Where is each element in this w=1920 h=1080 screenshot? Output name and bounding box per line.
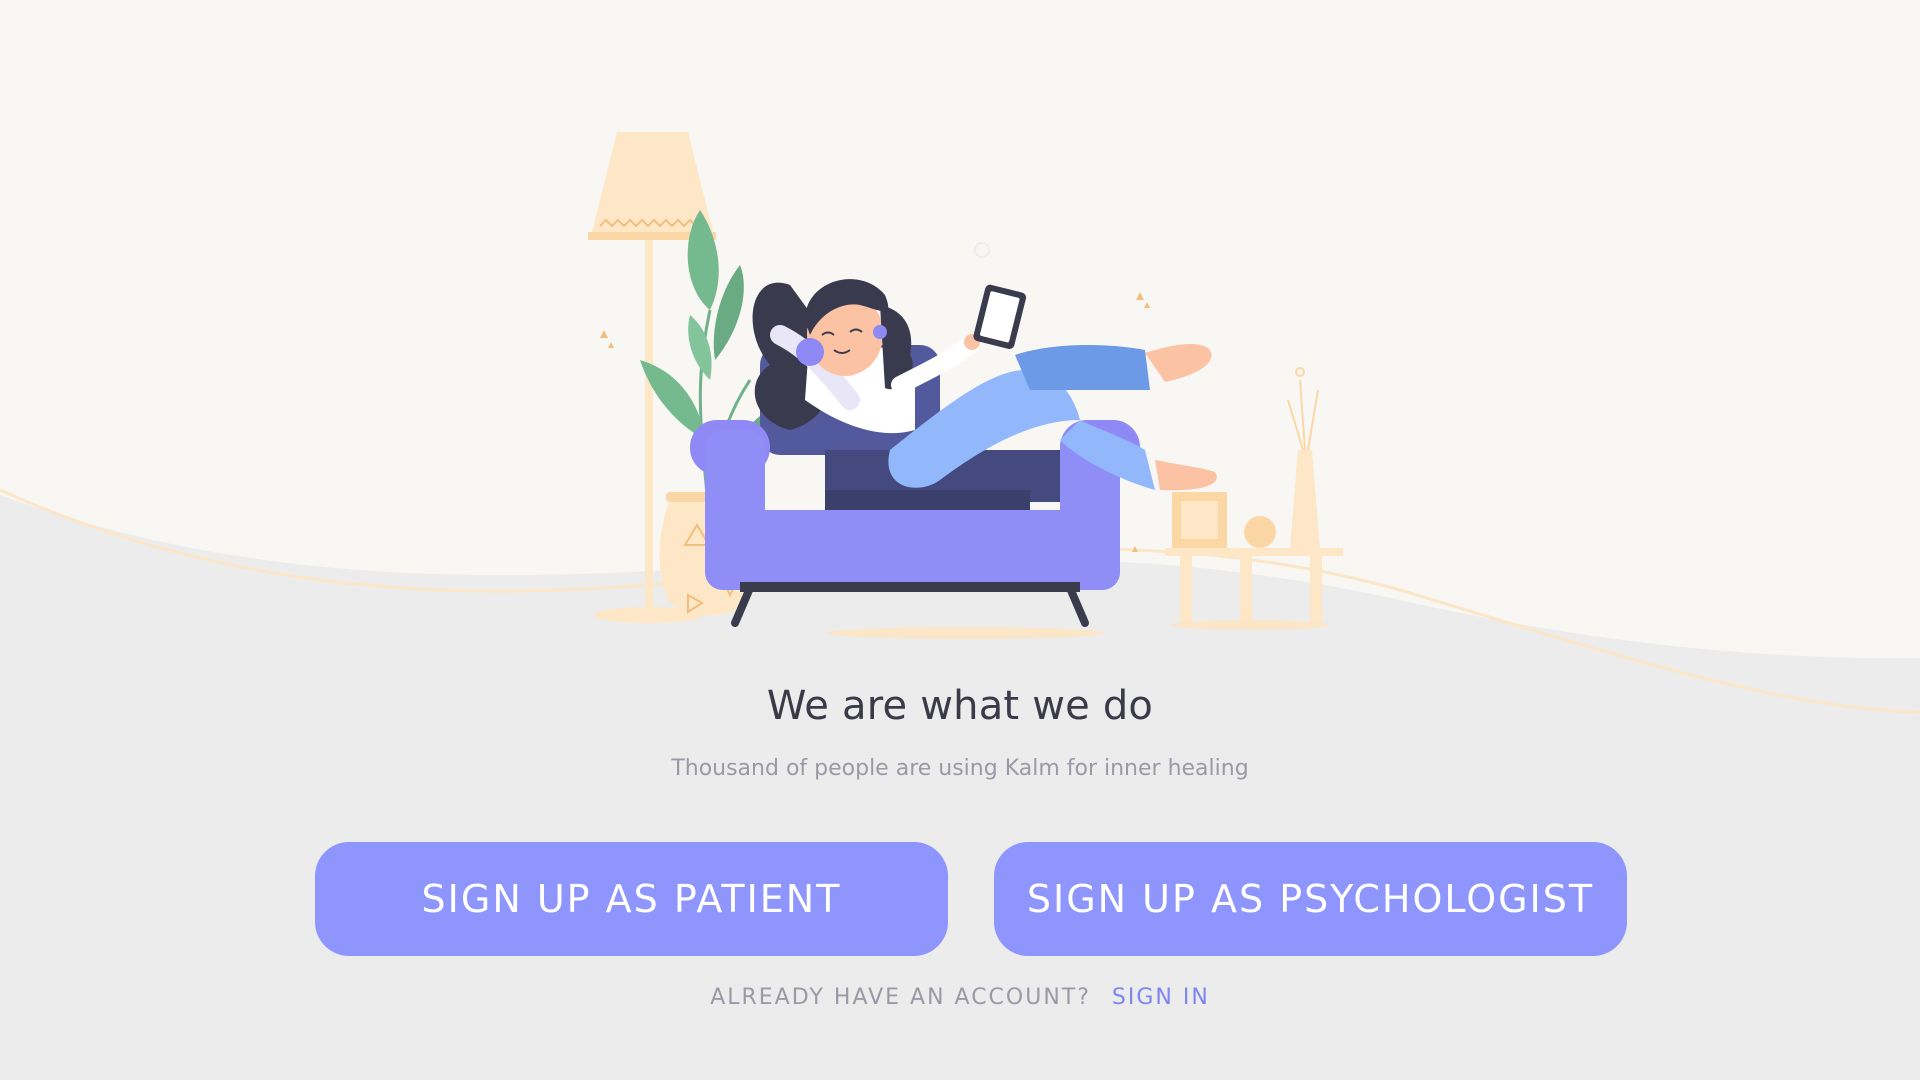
sign-up-psychologist-button[interactable]: SIGN UP AS PSYCHOLOGIST: [994, 842, 1627, 956]
page-title: We are what we do: [766, 683, 1154, 729]
sign-up-patient-button[interactable]: SIGN UP AS PATIENT: [315, 842, 948, 956]
sign-in-row: ALREADY HAVE AN ACCOUNT? SIGN IN: [0, 985, 1920, 1010]
side-table: [1165, 367, 1343, 630]
page-subtitle: Thousand of people are using Kalm for in…: [671, 756, 1249, 781]
sign-in-link[interactable]: SIGN IN: [1112, 985, 1210, 1010]
already-have-account-text: ALREADY HAVE AN ACCOUNT?: [710, 985, 1091, 1010]
welcome-screen: We are what we do Thousand of people are…: [0, 0, 1920, 1080]
hero-illustration: [588, 132, 1343, 639]
